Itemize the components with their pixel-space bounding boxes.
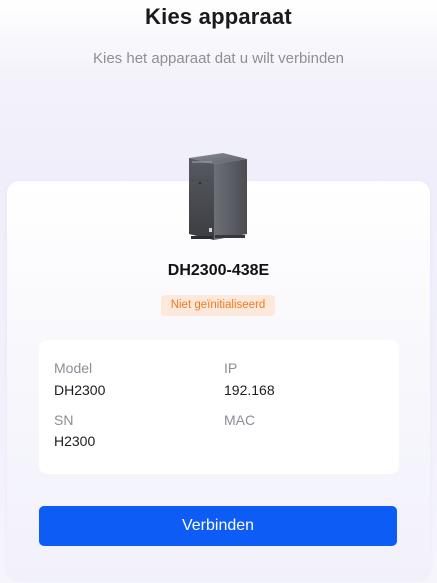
sn-value: H2300 [54, 433, 96, 449]
status-badge: Niet geïnitialiseerd [161, 295, 275, 316]
mac-label: MAC [224, 412, 256, 428]
connect-button[interactable]: Verbinden [39, 506, 397, 546]
device-name: DH2300-438E [167, 262, 270, 279]
ip-label: IP [224, 360, 238, 376]
ip-value: 192.168 [224, 382, 275, 398]
model-value: DH2300 [54, 382, 106, 398]
page-title: Kies apparaat [145, 4, 292, 29]
page-subtitle: Kies het apparaat dat u wilt verbinden [93, 50, 344, 67]
model-label: Model [54, 360, 93, 376]
device-info-panel: Model DH2300 IP 192.168 SN H2300 MAC [39, 340, 399, 474]
nas-device-icon [189, 153, 247, 240]
sn-label: SN [54, 412, 74, 428]
